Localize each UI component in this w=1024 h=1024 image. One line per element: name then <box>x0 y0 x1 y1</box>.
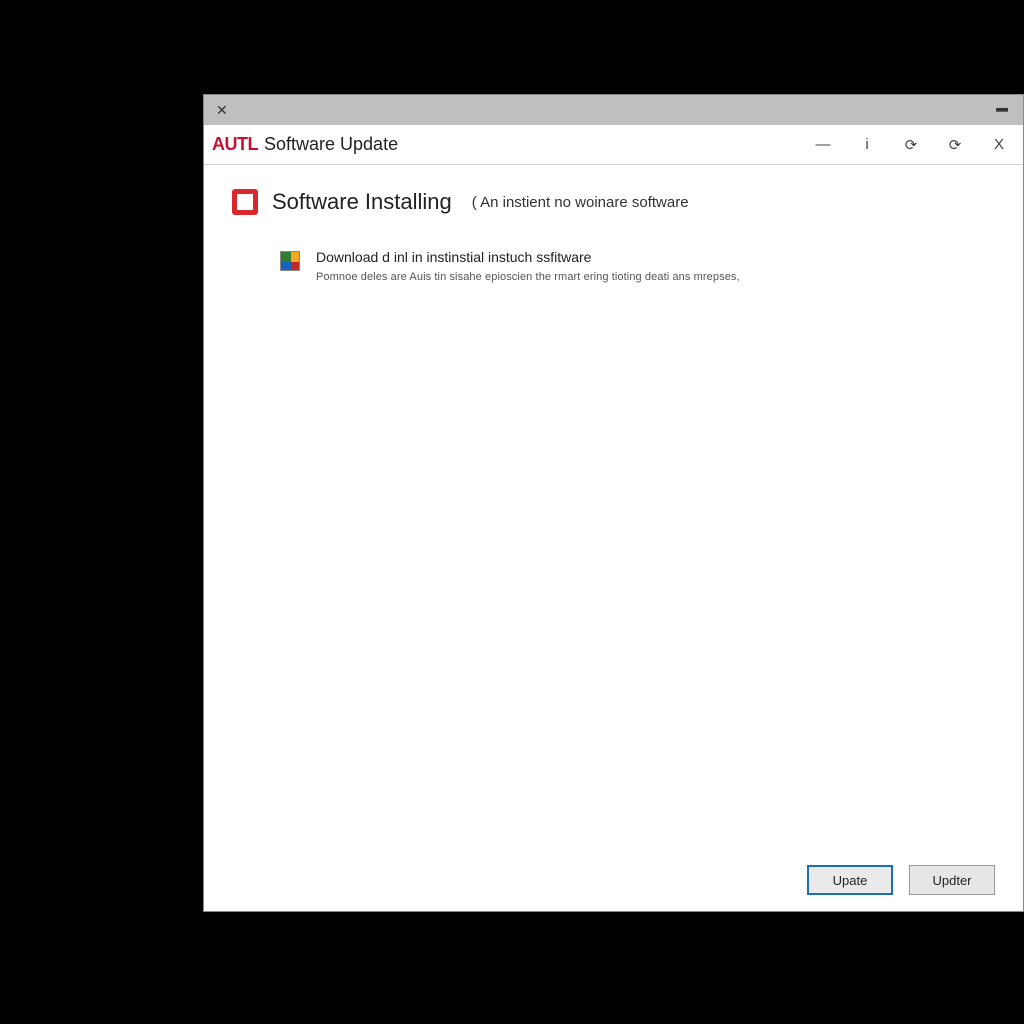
content-area: Software Installing ( An instient no woi… <box>204 165 1023 911</box>
application-window: ✕ ━ AUTL Software Update — i ⟳ ⟳ X Softw… <box>203 94 1024 912</box>
update-item-title: Download d inl in instinstial instuch ss… <box>316 249 740 265</box>
restore-button[interactable]: ⟳ <box>945 135 965 155</box>
brand-logo: AUTL <box>212 134 258 155</box>
info-button[interactable]: i <box>857 135 877 155</box>
update-item: Download d inl in instinstial instuch ss… <box>280 249 995 283</box>
close-icon[interactable]: ✕ <box>210 102 234 119</box>
help-button[interactable]: ⟳ <box>901 135 921 155</box>
minimize-button[interactable]: — <box>813 135 833 155</box>
update-button[interactable]: Upate <box>807 865 893 895</box>
package-icon <box>280 251 300 271</box>
window-title: Software Update <box>264 134 398 155</box>
inner-titlebar: AUTL Software Update — i ⟳ ⟳ X <box>204 125 1023 165</box>
update-item-description: Pomnoe deles are Auis tin sisahe epiosci… <box>316 271 740 283</box>
outer-titlebar[interactable]: ✕ ━ <box>204 95 1023 125</box>
minimize-icon[interactable]: ━ <box>987 100 1017 121</box>
page-heading: Software Installing <box>272 189 452 215</box>
updater-button[interactable]: Updter <box>909 865 995 895</box>
update-item-texts: Download d inl in instinstial instuch ss… <box>316 249 740 283</box>
app-icon <box>232 189 258 215</box>
dialog-footer: Upate Updter <box>232 853 995 895</box>
close-button[interactable]: X <box>989 135 1009 155</box>
heading-row: Software Installing ( An instient no woi… <box>232 189 995 215</box>
window-controls: — i ⟳ ⟳ X <box>813 135 1015 155</box>
page-heading-note: ( An instient no woinare software <box>472 194 689 211</box>
